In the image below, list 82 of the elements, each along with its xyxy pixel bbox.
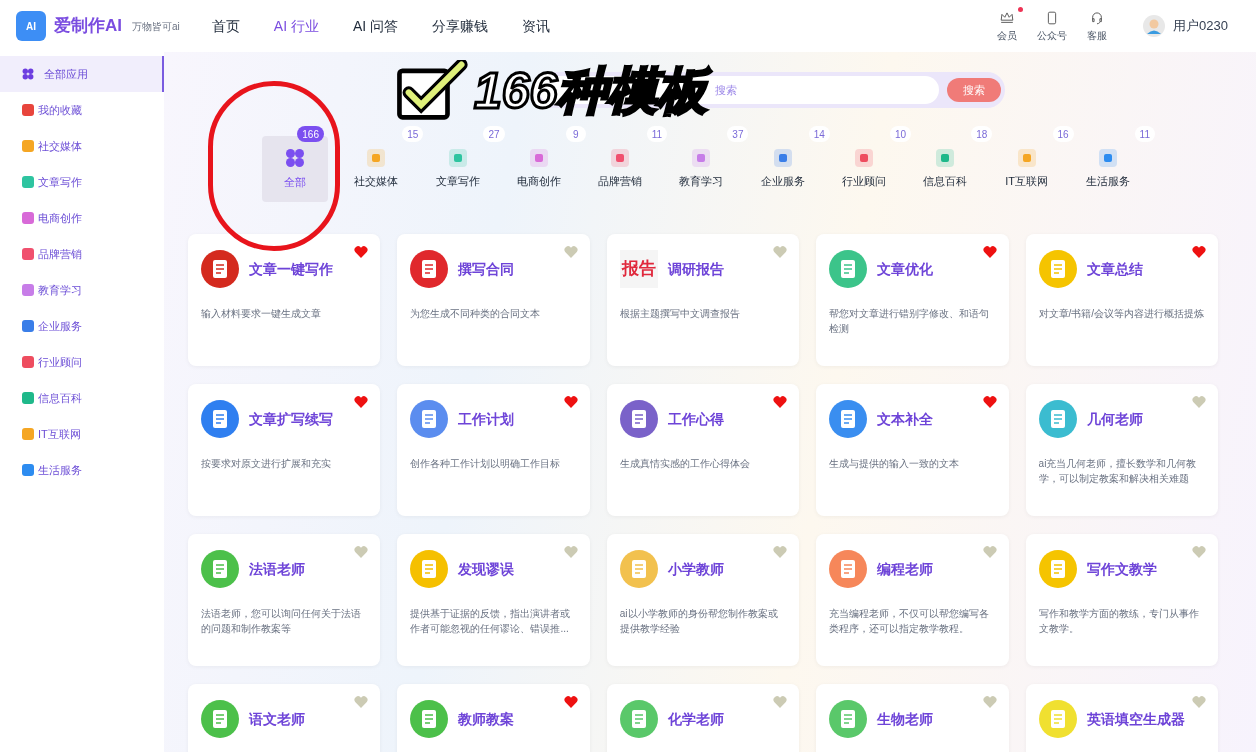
action-label[interactable]: 客服 bbox=[1087, 27, 1108, 43]
card-title: 小学教师 bbox=[667, 559, 724, 579]
nav-link[interactable]: 分享赚钱 bbox=[420, 15, 501, 37]
report-logo: 报告 bbox=[619, 250, 658, 288]
heart-icon[interactable] bbox=[563, 696, 578, 708]
card-title: 文章总结 bbox=[1086, 259, 1143, 279]
user-name[interactable]: 用户0230 bbox=[1173, 16, 1228, 36]
sidebar-item[interactable]: 品牌营销 bbox=[0, 236, 164, 272]
card-description: 法语老师，您可以询问任何关于法语的问题和制作教案等 bbox=[201, 607, 362, 636]
card-description: 创作各种工作计划以明确工作目标 bbox=[410, 457, 562, 471]
nav-link[interactable]: AI 行业 bbox=[261, 15, 331, 37]
card-title: 撰写合同 bbox=[458, 259, 515, 279]
card-description: 输入材料要求一键生成文章 bbox=[201, 307, 322, 321]
sidebar-item[interactable]: 行业顾问 bbox=[0, 344, 164, 380]
card-title: 语文老师 bbox=[249, 709, 305, 729]
count-badge: 11 bbox=[1134, 126, 1155, 142]
card-description: 根据主题撰写中文调查报告 bbox=[619, 307, 741, 321]
card-title: 英语填空生成器 bbox=[1086, 709, 1185, 729]
sidebar-item[interactable]: 信息百科 bbox=[0, 380, 164, 416]
card-title: 文章一键写作 bbox=[249, 259, 333, 279]
card-title: 工作计划 bbox=[458, 409, 515, 429]
card-title: 化学老师 bbox=[667, 709, 724, 729]
heart-icon[interactable] bbox=[1192, 246, 1206, 258]
card-title: 教师教案 bbox=[458, 709, 515, 729]
card-title: 文章优化 bbox=[877, 259, 934, 279]
sidebar-item[interactable]: 我的收藏 bbox=[0, 92, 164, 128]
card-description: ai充当几何老师，擅长数学和几何教学，可以制定教案和解决相关难题 bbox=[1038, 457, 1198, 486]
nav-link[interactable]: 资讯 bbox=[510, 15, 563, 37]
card-description: 生成真情实感的工作心得体会 bbox=[619, 457, 751, 471]
heart-icon[interactable] bbox=[773, 396, 788, 408]
heart-icon[interactable] bbox=[354, 246, 369, 258]
sidebar-item[interactable]: 企业服务 bbox=[0, 308, 164, 344]
checkbox-sticker-icon bbox=[396, 60, 468, 122]
action-label[interactable]: 会员 bbox=[997, 27, 1018, 43]
brand-slogan: 万物皆可ai bbox=[132, 19, 180, 34]
card-description: 写作和教学方面的教练，专门从事作文教学。 bbox=[1038, 607, 1200, 636]
count-badge: 15 bbox=[402, 126, 424, 142]
count-badge: 18 bbox=[971, 126, 993, 142]
card-description: 帮您对文章进行错别字修改、和语句检测 bbox=[829, 307, 991, 336]
card-description: 生成与提供的输入一致的文本 bbox=[829, 457, 961, 471]
card-description: 按要求对原文进行扩展和充实 bbox=[201, 457, 332, 471]
sidebar-item[interactable]: 电商创作 bbox=[0, 200, 164, 236]
avatar-icon[interactable] bbox=[1143, 15, 1166, 37]
nav-link[interactable]: AI 问答 bbox=[340, 15, 411, 37]
card-title: 法语老师 bbox=[249, 559, 305, 579]
brand-name: 爱制作AI bbox=[54, 15, 122, 38]
card-description: 提供基于证据的反馈，指出演讲者或作者可能忽视的任何谬论、错误推... bbox=[410, 607, 572, 636]
crown-icon[interactable] bbox=[999, 9, 1016, 26]
count-badge: 166 bbox=[297, 126, 324, 142]
nav-link[interactable]: 首页 bbox=[199, 15, 252, 37]
card-title: 编程老师 bbox=[877, 559, 934, 579]
sidebar-item[interactable]: 社交媒体 bbox=[0, 128, 164, 164]
card-title: 发现谬误 bbox=[458, 559, 515, 579]
sidebar-item[interactable]: 文章写作 bbox=[0, 164, 164, 200]
count-badge: 9 bbox=[565, 126, 586, 142]
card-title: 工作心得 bbox=[667, 409, 724, 429]
sidebar-item[interactable]: IT互联网 bbox=[0, 416, 164, 452]
count-badge: 11 bbox=[646, 126, 668, 142]
card-description: ai以小学教师的身份帮您制作教案或提供教学经验 bbox=[619, 607, 779, 636]
heart-icon[interactable] bbox=[982, 246, 997, 258]
card-title: 几何老师 bbox=[1086, 409, 1143, 429]
heart-icon[interactable] bbox=[563, 396, 578, 408]
card-description: 对文章/书籍/会议等内容进行概括提炼 bbox=[1038, 307, 1205, 321]
card-description: 充当编程老师，不仅可以帮您编写各类程序，还可以指定教学教程。 bbox=[829, 607, 991, 636]
card-title: 写作文教学 bbox=[1086, 559, 1157, 579]
count-badge: 10 bbox=[889, 126, 912, 142]
card-title: 调研报告 bbox=[667, 259, 724, 279]
logo-icon: AI bbox=[16, 11, 46, 41]
sidebar-item[interactable]: 生活服务 bbox=[0, 452, 164, 488]
card-description: 为您生成不同种类的合同文本 bbox=[410, 307, 542, 321]
count-badge: 37 bbox=[727, 126, 749, 142]
heart-icon[interactable] bbox=[982, 396, 997, 408]
card-title: 文章扩写续写 bbox=[249, 409, 333, 429]
count-badge: 27 bbox=[483, 126, 505, 142]
card-title: 文本补全 bbox=[877, 409, 934, 429]
heart-icon[interactable] bbox=[354, 396, 369, 408]
action-label[interactable]: 公众号 bbox=[1037, 27, 1068, 43]
sidebar-item[interactable]: 教育学习 bbox=[0, 272, 164, 308]
sidebar-item[interactable]: 全部应用 bbox=[0, 56, 164, 92]
count-badge: 16 bbox=[1052, 126, 1074, 142]
card-title: 生物老师 bbox=[877, 709, 934, 729]
count-badge: 14 bbox=[808, 126, 830, 142]
